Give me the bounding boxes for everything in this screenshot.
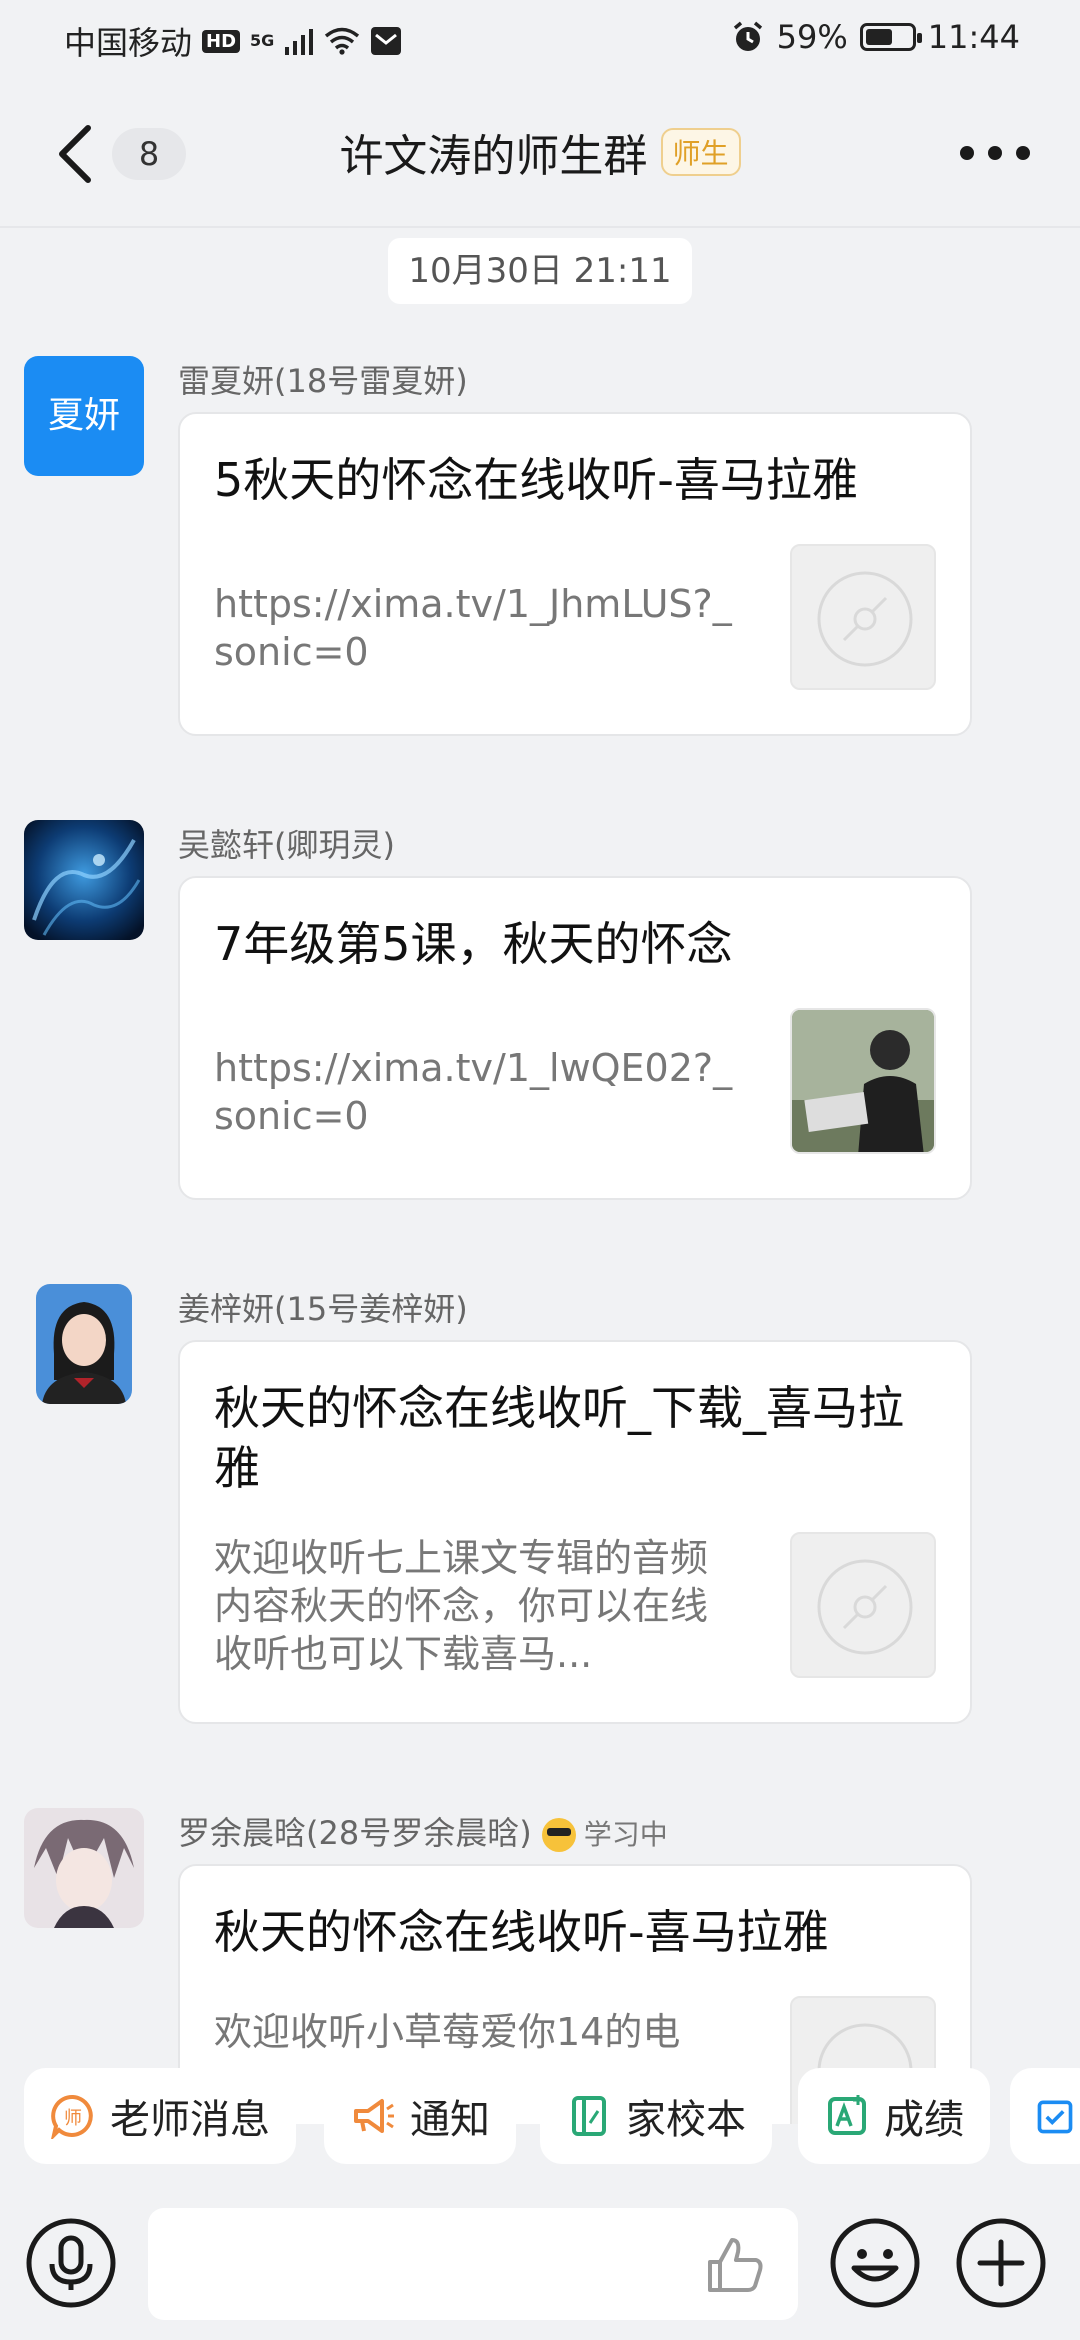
dot-icon: [988, 146, 1002, 160]
notice-label: 通知: [410, 2097, 490, 2143]
link-card-title: 7年级第5课，秋天的怀念: [214, 917, 733, 971]
link-thumbnail: [790, 544, 936, 690]
home-school-book-label: 家校本: [626, 2097, 746, 2143]
alarm-icon: [733, 21, 762, 51]
thumbnail-photo: [792, 1010, 934, 1152]
teacher-message-label: 老师消息: [110, 2097, 270, 2143]
notice-button[interactable]: 通知: [324, 2068, 516, 2164]
thumbs-up-icon[interactable]: [702, 2232, 768, 2298]
sender-name: 雷夏妍(18号雷夏妍): [178, 362, 468, 400]
calendar-check-icon: [1037, 2100, 1073, 2134]
home-school-book-button[interactable]: 家校本: [540, 2068, 772, 2164]
message-timestamp: 10月30日 21:11: [388, 238, 692, 304]
link-card-title: 秋天的怀念在线收听_下载_喜马拉雅: [214, 1381, 904, 1495]
carrier-label: 中国移动: [64, 24, 193, 62]
avatar-image: [24, 1808, 144, 1928]
chat-header: 8 许文涛的师生群 师生: [0, 100, 1080, 210]
avatar[interactable]: 夏妍: [24, 356, 144, 476]
link-card[interactable]: 5秋天的怀念在线收听-喜马拉雅 https://xima.tv/1_JhmLUS…: [178, 412, 972, 736]
quick-action-bar: 师 老师消息 通知 家校本 成绩: [0, 2068, 1080, 2172]
more-quick-action-button[interactable]: [1010, 2068, 1080, 2164]
link-card-title: 秋天的怀念在线收听-喜马拉雅: [214, 1905, 829, 1959]
notebook-icon: [572, 2096, 606, 2136]
network-type-label: 5G: [250, 31, 275, 50]
hd-icon: HD: [202, 29, 241, 53]
battery-percentage: 59%: [776, 18, 848, 56]
page-title: 许文涛的师生群: [339, 131, 648, 182]
link-card-description: 欢迎收听小草莓爱你14的电: [214, 2010, 681, 2054]
wifi-icon: [325, 27, 360, 55]
input-bar: [0, 2190, 1080, 2340]
dot-icon: [1016, 146, 1030, 160]
grades-label: 成绩: [884, 2097, 964, 2143]
dot-icon: [960, 146, 974, 160]
avatar[interactable]: [24, 1808, 144, 1928]
avatar[interactable]: [24, 820, 144, 940]
grade-icon: [828, 2095, 866, 2135]
teacher-message-icon: 师: [51, 2095, 93, 2139]
megaphone-icon: [354, 2099, 394, 2133]
avatar-image: [24, 820, 144, 940]
link-card-title: 5秋天的怀念在线收听-喜马拉雅: [214, 453, 858, 507]
svg-text:师: 师: [64, 2108, 82, 2129]
battery-icon: [859, 23, 922, 51]
chat-screen: 中国移动 HD 5G 59% 11:44 8 许文涛的师生群 师生 10月30日…: [0, 0, 1080, 2340]
link-thumbnail: [790, 1008, 936, 1154]
sunglasses-emoji-icon: [541, 1818, 576, 1852]
header-divider: [0, 226, 1080, 228]
clock: 11:44: [927, 18, 1020, 56]
link-card[interactable]: 7年级第5课，秋天的怀念 https://xima.tv/1_lwQE02?_s…: [178, 876, 972, 1200]
more-options-button[interactable]: [960, 138, 1030, 168]
sender-name: 吴懿轩(卿玥灵): [178, 826, 395, 864]
avatar-image: [36, 1284, 132, 1404]
link-card-url: https://xima.tv/1_lwQE02?_sonic=0: [214, 1046, 733, 1138]
link-card-description: 欢迎收听七上课文专辑的音频内容秋天的怀念，你可以在线收听也可以下载喜马...: [214, 1536, 709, 1676]
message-notification-icon: [371, 27, 402, 55]
emoji-icon[interactable]: [828, 2216, 922, 2310]
signal-icon: [285, 29, 314, 55]
status-label: 学习中: [583, 1818, 668, 1851]
sender-name: 罗余晨晗(28号罗余晨晗): [178, 1814, 532, 1852]
avatar[interactable]: [36, 1284, 132, 1404]
add-icon[interactable]: [954, 2216, 1048, 2310]
disc-icon: [817, 571, 913, 667]
voice-input-icon[interactable]: [24, 2216, 118, 2310]
sender-line: 罗余晨晗(28号罗余晨晗) 学习中: [178, 1808, 668, 1854]
teacher-message-button[interactable]: 师 老师消息: [24, 2068, 296, 2164]
link-card[interactable]: 秋天的怀念在线收听_下载_喜马拉雅 欢迎收听七上课文专辑的音频内容秋天的怀念，你…: [178, 1340, 972, 1724]
message-input[interactable]: [148, 2208, 798, 2320]
link-thumbnail: [790, 1532, 936, 1678]
disc-icon: [817, 1559, 913, 1655]
sender-name: 姜梓妍(15号姜梓妍): [178, 1290, 468, 1328]
grades-button[interactable]: 成绩: [798, 2068, 990, 2164]
link-card-url: https://xima.tv/1_JhmLUS?_sonic=0: [214, 582, 732, 674]
group-type-badge: 师生: [660, 128, 741, 176]
status-bar: 中国移动 HD 5G 59% 11:44: [0, 0, 1080, 80]
